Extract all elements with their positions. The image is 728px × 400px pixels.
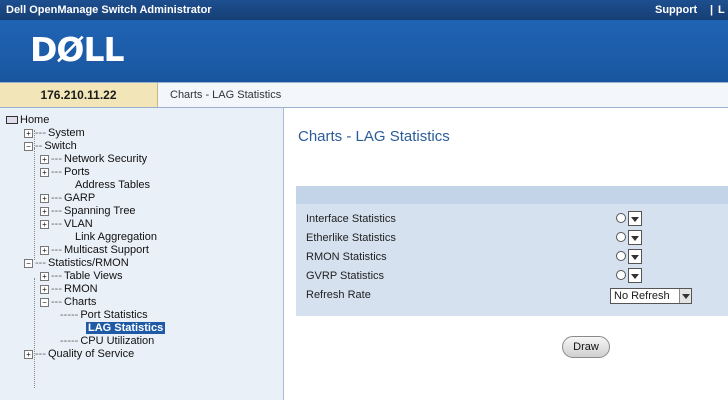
tree-item-ports[interactable]: + --- Ports — [40, 166, 90, 179]
row-label: RMON Statistics — [306, 251, 387, 263]
home-icon — [6, 116, 18, 125]
app-title: Dell OpenManage Switch Administrator — [6, 4, 212, 16]
navigation-tree: Home + --- System − -- Switch + --- Network Se… — [0, 108, 284, 400]
gvrp-statistics-select[interactable] — [628, 268, 642, 283]
tree-item-table-views[interactable]: + --- Table Views — [40, 270, 123, 283]
plus-box-icon[interactable]: + — [24, 128, 33, 138]
plus-box-icon[interactable]: + — [40, 167, 49, 177]
titlebar-separator: | — [710, 4, 714, 16]
rmon-statistics-select[interactable] — [628, 249, 642, 264]
statistics-row: Interface Statistics — [296, 210, 728, 229]
tree-item-cpu-utilization[interactable]: ----- CPU Utilization — [60, 335, 154, 348]
tree-item-link-aggregation[interactable]: Link Aggregation — [75, 231, 157, 244]
address-bar: 176.210.11.22 Charts - LAG Statistics — [0, 82, 728, 108]
support-link[interactable]: Support — [655, 4, 697, 16]
tree-item-home[interactable]: Home — [6, 114, 49, 127]
statistics-row: GVRP Statistics — [296, 267, 728, 286]
tree-item-spanning-tree[interactable]: + --- Spanning Tree — [40, 205, 136, 218]
breadcrumb: Charts - LAG Statistics — [170, 89, 282, 101]
plus-box-icon[interactable]: + — [40, 193, 49, 203]
row-label: GVRP Statistics — [306, 270, 385, 282]
tree-item-system[interactable]: + --- System — [24, 127, 85, 140]
refresh-rate-label: Refresh Rate — [306, 289, 371, 301]
tree-item-lag-statistics[interactable]: LAG Statistics — [86, 322, 166, 335]
row-label: Etherlike Statistics — [306, 232, 396, 244]
plus-box-icon[interactable]: + — [40, 284, 49, 294]
tree-connector — [34, 148, 35, 260]
plus-box-icon[interactable]: + — [40, 154, 49, 164]
gvrp-statistics-radio[interactable] — [616, 270, 626, 280]
interface-statistics-select[interactable] — [628, 211, 642, 226]
tree-item-garp[interactable]: + --- GARP — [40, 192, 95, 205]
row-label: Interface Statistics — [306, 213, 396, 225]
refresh-rate-select[interactable]: No Refresh — [610, 288, 692, 304]
page-title: Charts - LAG Statistics — [298, 128, 450, 145]
tree-item-multicast-support[interactable]: + --- Multicast Support — [40, 244, 149, 257]
chevron-down-icon[interactable] — [679, 289, 691, 303]
minus-box-icon[interactable]: − — [40, 297, 49, 307]
plus-box-icon[interactable]: + — [40, 271, 49, 281]
tree-item-switch[interactable]: − -- Switch — [24, 140, 77, 153]
tree-item-statistics-rmon[interactable]: − --- Statistics/RMON — [24, 257, 129, 270]
title-bar: Dell OpenManage Switch Administrator Sup… — [0, 0, 728, 20]
tree-item-address-tables[interactable]: Address Tables — [75, 179, 150, 192]
tree-item-vlan[interactable]: + --- VLAN — [40, 218, 93, 231]
etherlike-statistics-radio[interactable] — [616, 232, 626, 242]
rmon-statistics-radio[interactable] — [616, 251, 626, 261]
plus-box-icon[interactable]: + — [40, 206, 49, 216]
tree-item-port-statistics[interactable]: ----- Port Statistics — [60, 309, 148, 322]
statistics-row: Etherlike Statistics — [296, 229, 728, 248]
plus-box-icon[interactable]: + — [40, 219, 49, 229]
tree-item-rmon[interactable]: + --- RMON — [40, 283, 98, 296]
draw-button[interactable]: Draw — [562, 336, 610, 358]
plus-box-icon[interactable]: + — [40, 245, 49, 255]
plus-box-icon[interactable]: + — [24, 349, 33, 359]
tree-item-network-security[interactable]: + --- Network Security — [40, 153, 147, 166]
tree-item-charts[interactable]: − --- Charts — [40, 296, 96, 309]
refresh-rate-row: Refresh Rate No Refresh — [296, 286, 728, 305]
tree-connector — [34, 278, 35, 388]
etherlike-statistics-select[interactable] — [628, 230, 642, 245]
refresh-rate-value: No Refresh — [614, 290, 670, 302]
minus-box-icon[interactable]: − — [24, 258, 33, 268]
interface-statistics-radio[interactable] — [616, 213, 626, 223]
minus-box-icon[interactable]: − — [24, 141, 33, 151]
dell-banner: DØLL — [0, 20, 728, 82]
device-ip: 176.210.11.22 — [0, 83, 158, 107]
statistics-panel: Interface Statistics Etherlike Statistic… — [296, 186, 728, 316]
statistics-row: RMON Statistics — [296, 248, 728, 267]
dell-logo: DØLL — [30, 30, 125, 69]
tree-item-quality-of-service[interactable]: + --- Quality of Service — [24, 348, 134, 361]
titlebar-more-link[interactable]: L — [718, 4, 725, 16]
